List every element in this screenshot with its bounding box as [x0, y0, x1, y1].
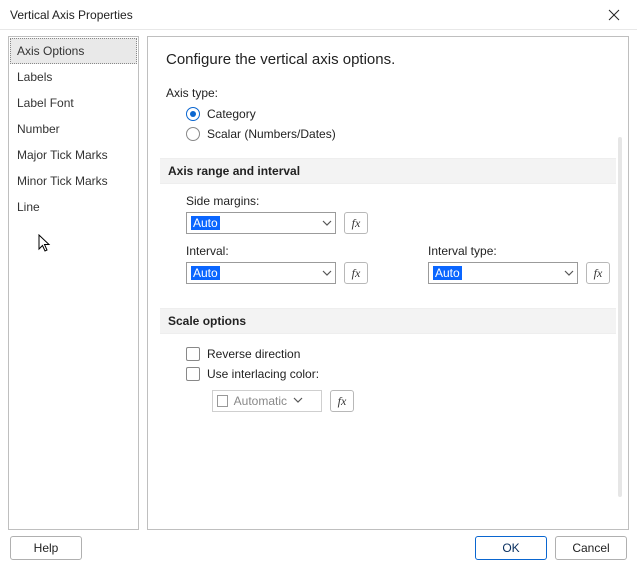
sidebar-item-labels[interactable]: Labels [10, 64, 137, 90]
side-margins-combo[interactable]: Auto [186, 212, 336, 234]
sidebar-item-axis-options[interactable]: Axis Options [10, 38, 137, 64]
sidebar-item-label: Line [17, 200, 40, 214]
interval-type-combo[interactable]: Auto [428, 262, 578, 284]
checkbox-reverse-direction[interactable]: Reverse direction [186, 344, 610, 364]
ok-button[interactable]: OK [475, 536, 547, 560]
window-title: Vertical Axis Properties [10, 8, 133, 22]
fx-button-interval-type[interactable]: fx [586, 262, 610, 284]
interval-type-label: Interval type: [428, 244, 610, 258]
checkbox-icon [186, 367, 200, 381]
fx-button-interval[interactable]: fx [344, 262, 368, 284]
axis-type-label: Axis type: [166, 86, 610, 100]
chevron-down-icon [564, 267, 574, 281]
category-sidebar: Axis Options Labels Label Font Number Ma… [8, 36, 139, 530]
radio-icon [186, 127, 200, 141]
color-swatch-icon [217, 395, 228, 407]
chevron-down-icon [293, 394, 303, 408]
section-scale-options: Scale options [160, 308, 616, 334]
radio-label: Scalar (Numbers/Dates) [207, 127, 336, 141]
sidebar-item-label: Number [17, 122, 60, 136]
combo-value: Auto [191, 216, 220, 230]
radio-icon [186, 107, 200, 121]
sidebar-item-label: Major Tick Marks [17, 148, 108, 162]
checkbox-icon [186, 347, 200, 361]
checkbox-label: Use interlacing color: [207, 367, 319, 381]
chevron-down-icon [322, 217, 332, 231]
sidebar-item-label: Minor Tick Marks [17, 174, 108, 188]
help-button[interactable]: Help [10, 536, 82, 560]
combo-value: Auto [433, 266, 462, 280]
radio-label: Category [207, 107, 256, 121]
sidebar-item-number[interactable]: Number [10, 116, 137, 142]
interlacing-color-combo[interactable]: Automatic [212, 390, 322, 412]
interval-label: Interval: [186, 244, 368, 258]
dialog-footer: Help OK Cancel [0, 530, 637, 566]
combo-value: Auto [191, 266, 220, 280]
sidebar-item-label: Label Font [17, 96, 74, 110]
close-icon [608, 9, 620, 21]
combo-value: Automatic [234, 394, 287, 408]
radio-category[interactable]: Category [186, 104, 610, 124]
page-heading: Configure the vertical axis options. [166, 51, 610, 68]
sidebar-item-line[interactable]: Line [10, 194, 137, 220]
fx-button-interlacing-color[interactable]: fx [330, 390, 354, 412]
sidebar-item-label-font[interactable]: Label Font [10, 90, 137, 116]
sidebar-item-major-tick-marks[interactable]: Major Tick Marks [10, 142, 137, 168]
cancel-button[interactable]: Cancel [555, 536, 627, 560]
interval-combo[interactable]: Auto [186, 262, 336, 284]
sidebar-item-label: Labels [17, 70, 52, 84]
checkbox-interlacing-color[interactable]: Use interlacing color: [186, 364, 610, 384]
close-button[interactable] [599, 3, 629, 27]
side-margins-label: Side margins: [186, 194, 610, 208]
sidebar-item-label: Axis Options [17, 44, 84, 58]
scrollbar[interactable] [618, 137, 622, 497]
title-bar: Vertical Axis Properties [0, 0, 637, 30]
fx-button-side-margins[interactable]: fx [344, 212, 368, 234]
sidebar-item-minor-tick-marks[interactable]: Minor Tick Marks [10, 168, 137, 194]
chevron-down-icon [322, 267, 332, 281]
section-axis-range: Axis range and interval [160, 158, 616, 184]
radio-scalar[interactable]: Scalar (Numbers/Dates) [186, 124, 610, 144]
checkbox-label: Reverse direction [207, 347, 300, 361]
main-panel: Configure the vertical axis options. Axi… [147, 36, 629, 530]
